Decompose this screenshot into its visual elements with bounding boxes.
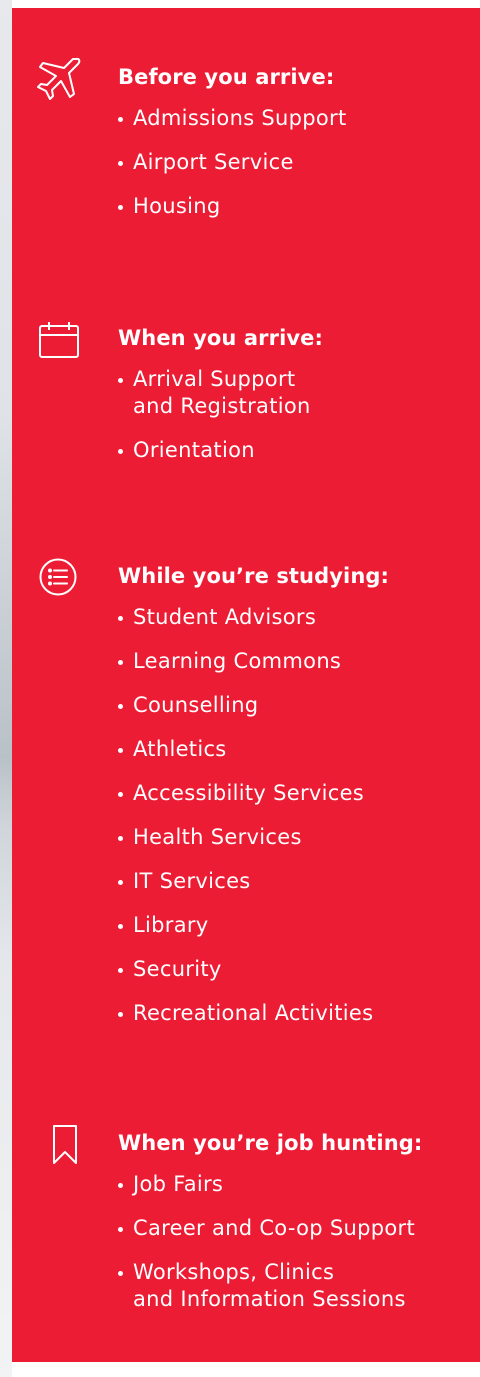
section-title: When you arrive:	[118, 326, 324, 350]
list-item: Admissions Support	[118, 105, 347, 132]
services-panel: Before you arrive: Admissions Support Ai…	[12, 8, 480, 1362]
section-title: Before you arrive:	[118, 65, 335, 89]
list-item: Workshops, Clinics and Information Sessi…	[118, 1259, 415, 1313]
section-list: Student Advisors Learning Commons Counse…	[118, 604, 373, 1044]
list-item: Orientation	[118, 437, 311, 464]
section-list: Job Fairs Career and Co-op Support Works…	[118, 1171, 415, 1330]
bookmark-icon	[51, 1124, 79, 1166]
calendar-icon	[38, 320, 80, 360]
section-title: When you’re job hunting:	[118, 1131, 423, 1155]
section-list: Admissions Support Airport Service Housi…	[118, 105, 347, 237]
list-item: Learning Commons	[118, 648, 373, 675]
list-item: Housing	[118, 193, 347, 220]
list-item: Airport Service	[118, 149, 347, 176]
airplane-icon	[36, 53, 84, 101]
section-list: Arrival Support and Registration Orienta…	[118, 366, 311, 481]
list-item: IT Services	[118, 868, 373, 895]
list-item: Recreational Activities	[118, 1000, 373, 1027]
list-item: Health Services	[118, 824, 373, 851]
list-item: Library	[118, 912, 373, 939]
section-title: While you’re studying:	[118, 564, 390, 588]
background-photo-strip	[0, 0, 12, 1377]
list-item: Athletics	[118, 736, 373, 763]
list-item: Arrival Support and Registration	[118, 366, 311, 420]
list-icon	[38, 557, 78, 597]
list-item: Counselling	[118, 692, 373, 719]
page: Before you arrive: Admissions Support Ai…	[0, 0, 480, 1377]
list-item: Security	[118, 956, 373, 983]
list-item: Job Fairs	[118, 1171, 415, 1198]
list-item: Career and Co-op Support	[118, 1215, 415, 1242]
list-item: Student Advisors	[118, 604, 373, 631]
list-item: Accessibility Services	[118, 780, 373, 807]
